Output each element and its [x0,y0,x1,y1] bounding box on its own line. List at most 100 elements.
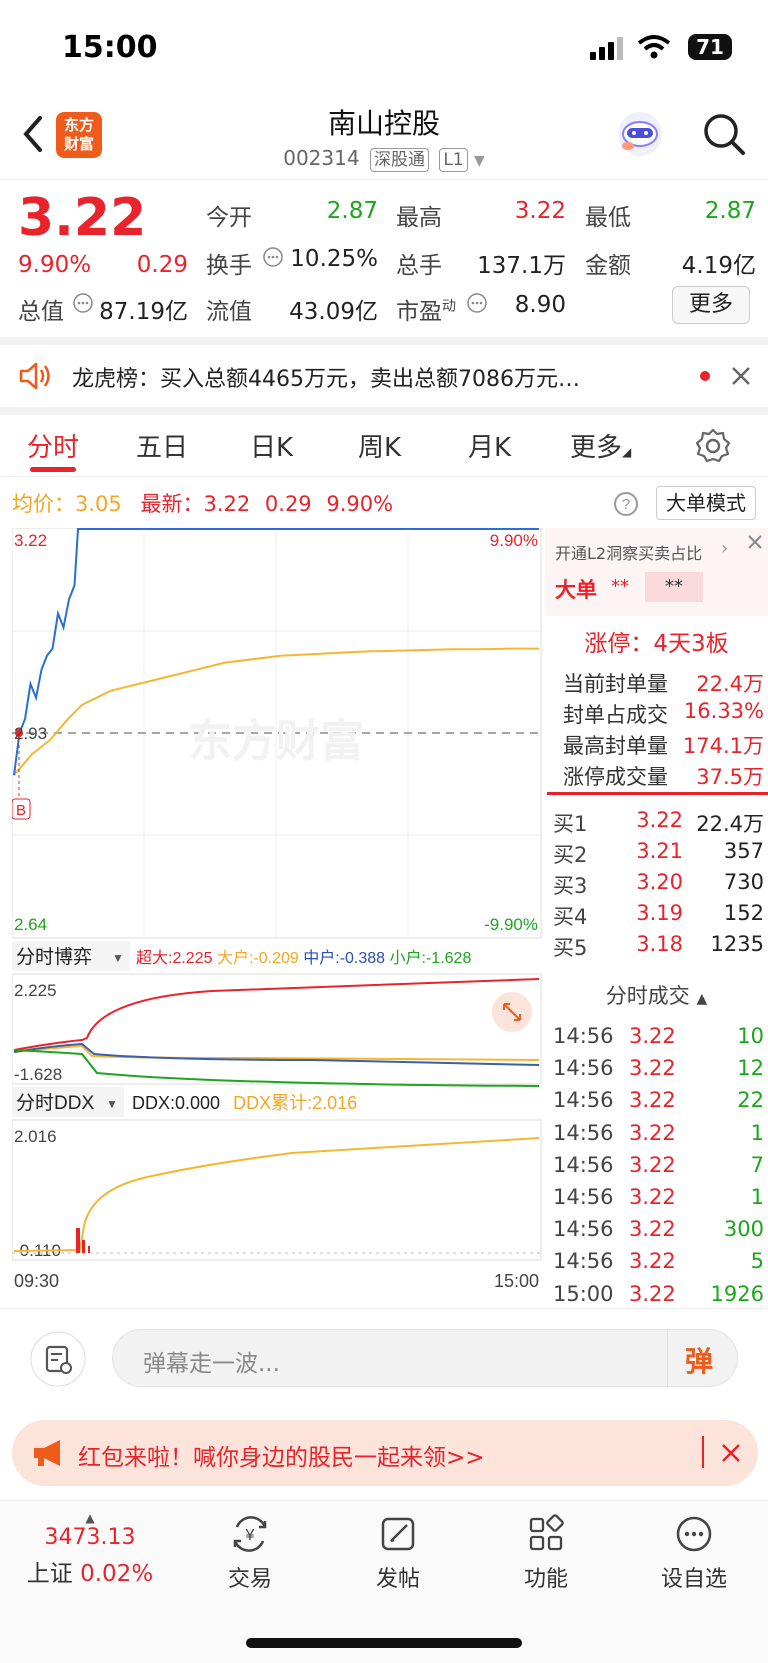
tick-price: 3.22 [629,1185,676,1209]
bid-price: 3.18 [636,932,683,956]
nav-add-watchlist[interactable]: 设自选 [644,1513,744,1593]
tab-more-label: 更多 [570,433,623,463]
bid-label: 买2 [553,843,588,867]
tick-price: 3.22 [629,1056,676,1081]
change-value: 0.29 [136,252,188,278]
latest-change: 0.29 [264,492,312,516]
tab-monthly-k[interactable]: 月K [468,427,511,464]
close-icon[interactable] [730,365,752,387]
robot-assistant-icon[interactable] [614,108,666,160]
stat-value: 174.1万 [682,734,764,758]
tick-volume: 7 [750,1152,764,1177]
tick-row: 14:56 3.22 22 [545,1088,768,1120]
tab-daily-k[interactable]: 日K [250,427,293,464]
stat-label: 涨停成交量 [563,765,668,789]
ticks-title[interactable]: 分时成交 ▲ [545,980,768,1010]
speaker-icon [19,362,50,390]
bid-row[interactable]: 买1 3.22 22.4万 [545,808,768,840]
bid-volume: 22.4万 [696,812,764,836]
axis-top: 3.22 [14,531,47,550]
tab-intraday[interactable]: 分时 [27,427,79,464]
tick-time: 15:00 [553,1281,614,1306]
big-order-mode-button[interactable]: 大单模式 [656,486,756,520]
bid-row[interactable]: 买5 3.18 1235 [545,932,768,964]
index-quote[interactable]: ▲ 3473.13 上证 0.02% [20,1511,160,1588]
bid-price: 3.21 [636,839,683,863]
bid-price: 3.22 [636,808,683,832]
nav-trade[interactable]: ¥ 交易 [200,1513,300,1593]
latest-value: 3.22 [203,492,251,516]
bid-volume: 1235 [710,932,764,956]
nav-functions-label: 功能 [523,1567,568,1592]
avg-label: 均价： [12,492,75,516]
info-dots-icon[interactable] [72,292,94,314]
bid-label: 买1 [553,812,588,836]
game-axis-bottom: -1.628 [14,1065,62,1084]
stat-value: 16.33% [683,699,764,723]
amount-value: 4.19亿 [681,253,756,279]
latest-pct: 9.90% [326,492,394,516]
side-panel: 开通L2洞察买卖占比 › 大单 ** ** 涨停：4天3板 当前封单量 22.4… [545,528,768,1308]
tick-volume: 1 [750,1120,764,1145]
close-icon[interactable] [745,532,765,552]
bid-row[interactable]: 买2 3.21 357 [545,839,768,871]
danmu-send-button[interactable]: 弹 [685,1340,713,1380]
divider [702,1436,704,1468]
divider [0,407,768,415]
dropdown-icon: ▼ [112,951,124,965]
buy-marker-label: B [16,802,26,819]
bid-row[interactable]: 买3 3.20 730 [545,870,768,902]
tick-row: 14:56 3.22 5 [545,1249,768,1281]
stat-value: 37.5万 [696,765,764,789]
wifi-icon [637,35,671,59]
nav-functions[interactable]: 功能 [496,1513,596,1593]
super-large-line [13,978,540,1051]
limit-stat-row: 封单占成交 16.33% [545,699,768,731]
limit-label: 涨停： [584,631,654,657]
tick-time: 14:56 [553,1185,614,1209]
info-dots-icon[interactable] [466,292,488,314]
bid-volume: 152 [723,901,764,925]
tab-five-day[interactable]: 五日 [136,427,188,464]
note-settings-icon[interactable] [30,1331,86,1387]
tick-time: 14:56 [553,1088,614,1113]
info-dots-icon[interactable] [262,246,284,268]
nav-post[interactable]: 发帖 [348,1513,448,1593]
search-icon[interactable] [702,112,746,156]
open-value: 2.87 [326,198,378,224]
home-indicator[interactable] [246,1638,522,1648]
bid-row[interactable]: 买4 3.19 152 [545,901,768,933]
tab-more[interactable]: 更多◢ [570,427,631,464]
active-tab-indicator [30,467,76,472]
level-tag: L1 [439,148,468,172]
dragon-tiger-notice[interactable]: 龙虎榜：买入总额4465万元，卖出总额7086万元… [0,345,768,407]
intraday-chart[interactable]: 东方财富 B 3.22 2.93 2.64 9.90% -9.90% 分时博弈 … [12,528,542,1308]
edit-icon [381,1517,415,1551]
axis-mid: 2.93 [14,724,47,743]
tab-weekly-k[interactable]: 周K [358,427,401,464]
red-packet-banner[interactable]: 红包来啦！喊你身边的股民一起来领>> [12,1420,758,1486]
big-order-val1: ** [611,576,629,597]
stat-value: 22.4万 [696,672,764,696]
stat-label: 当前封单量 [563,672,668,696]
dropdown-icon[interactable]: ▼ [474,153,485,169]
danmu-input[interactable]: 弹幕走一波... 弹 [112,1329,738,1388]
tick-row: 14:56 3.22 1 [545,1121,768,1153]
tick-row: 14:56 3.22 12 [545,1056,768,1088]
promo-box[interactable]: 开通L2洞察买卖占比 › 大单 ** ** [545,528,768,616]
tick-time: 14:56 [553,1152,614,1177]
tick-time: 14:56 [553,1024,614,1048]
game-values: 超大:2.225 大户:-0.209 中户:-0.388 小户:-1.628 [136,949,471,967]
index-value: 3473.13 [44,1525,136,1550]
chart-info-line: 均价：3.05 最新：3.22 0.29 9.90% [12,488,393,518]
help-icon[interactable]: ? [612,490,640,518]
tick-price: 3.22 [629,1152,676,1177]
caret-up-icon: ▲ [85,1511,95,1525]
quote-panel: 3.22 9.90% 0.29 今开 2.87 最高 3.22 最低 2.87 … [0,182,768,332]
time-end: 15:00 [494,1271,539,1291]
more-button[interactable]: 更多 [672,286,750,324]
close-icon[interactable] [720,1442,742,1464]
divider [667,1330,668,1388]
tick-price: 3.22 [629,1024,676,1048]
settings-gear-icon[interactable] [694,427,732,465]
